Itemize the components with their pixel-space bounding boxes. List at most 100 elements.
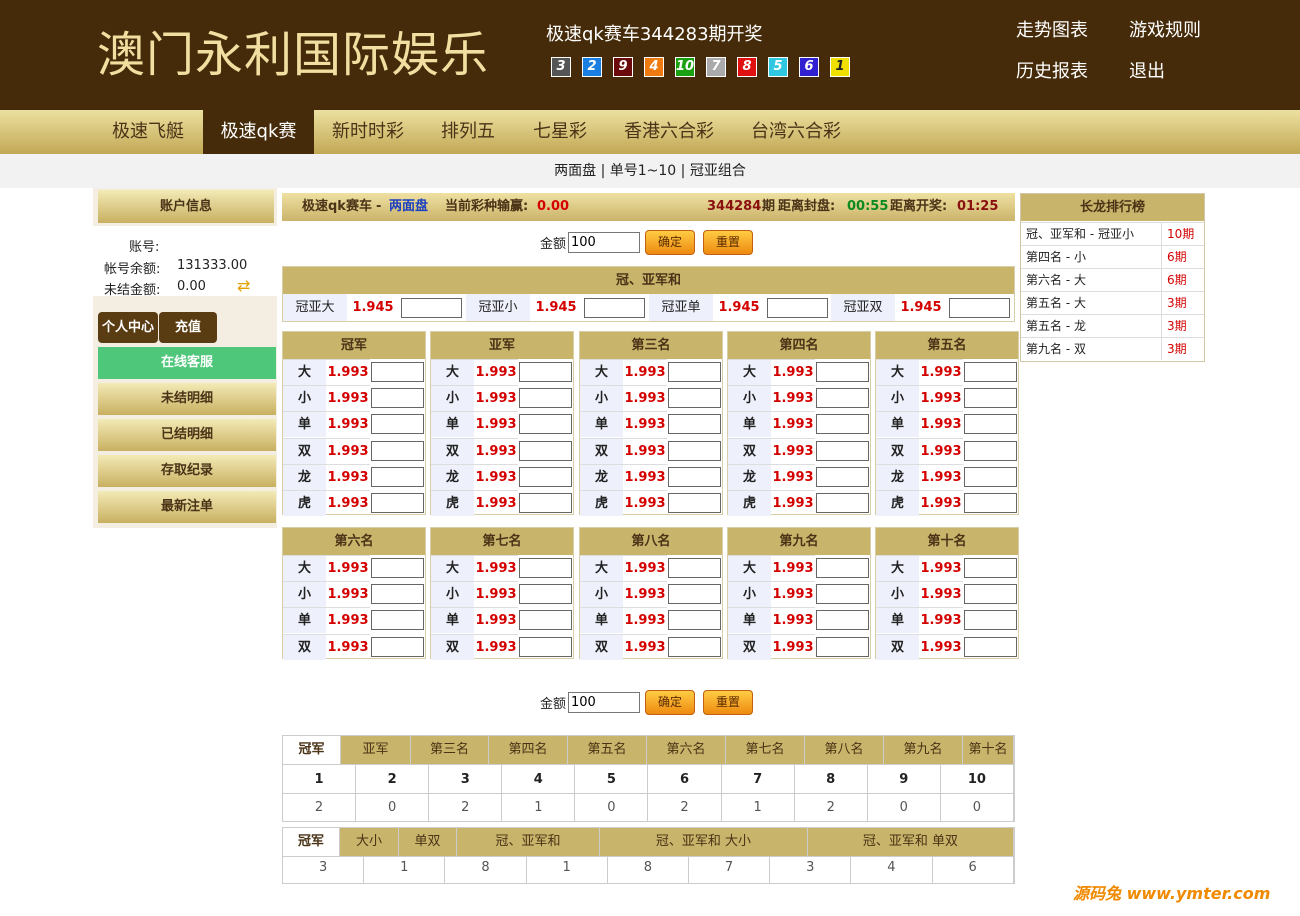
nav-item-7star[interactable]: 七星彩: [518, 110, 602, 154]
bet-amount-input[interactable]: [668, 414, 721, 434]
subnav-combination[interactable]: 冠亚组合: [690, 163, 746, 179]
confirm-button[interactable]: 确定: [645, 229, 696, 255]
bet-amount-input[interactable]: [964, 362, 1017, 382]
bet-amount-input[interactable]: [964, 493, 1017, 513]
bet-amount-input[interactable]: [668, 558, 721, 578]
bet-amount-input[interactable]: [816, 610, 869, 630]
stats-value: 8: [445, 857, 527, 883]
bet-amount-input[interactable]: [371, 441, 424, 461]
stats-tab[interactable]: 第九名: [884, 736, 963, 764]
bet-amount-input[interactable]: [371, 584, 424, 604]
sum-bet-amount-input[interactable]: [401, 298, 462, 318]
bet-amount-input[interactable]: [519, 493, 572, 513]
stats-tab[interactable]: 第六名: [647, 736, 726, 764]
bet-amount-input[interactable]: [964, 467, 1017, 487]
stats-tab[interactable]: 第四名: [489, 736, 568, 764]
bet-amount-input[interactable]: [668, 467, 721, 487]
unsettled-details-button[interactable]: 未结明细: [98, 383, 276, 415]
bet-amount-input[interactable]: [371, 637, 424, 657]
history-report-link[interactable]: 历史报表: [1016, 57, 1088, 83]
logout-link[interactable]: 退出: [1129, 57, 1165, 83]
bet-amount-input[interactable]: [668, 493, 721, 513]
bet-amount-input[interactable]: [964, 558, 1017, 578]
reset-button[interactable]: 重置: [703, 229, 754, 255]
bet-amount-input[interactable]: [519, 362, 572, 382]
sum-bet-amount-input[interactable]: [949, 298, 1010, 318]
online-service-button[interactable]: 在线客服: [98, 347, 276, 379]
nav-item-qk-race[interactable]: 极速qk赛: [203, 110, 314, 154]
confirm-button[interactable]: 确定: [645, 689, 696, 715]
bet-amount-input[interactable]: [964, 610, 1017, 630]
stats-tab[interactable]: 大小: [340, 828, 399, 856]
stats-tab[interactable]: 第十名: [963, 736, 1014, 764]
bet-amount-input[interactable]: [816, 441, 869, 461]
bet-amount-input[interactable]: [668, 637, 721, 657]
personal-center-tab[interactable]: 个人中心: [98, 312, 158, 343]
bet-amount-input[interactable]: [816, 467, 869, 487]
stats-tab[interactable]: 第五名: [568, 736, 647, 764]
bet-amount-input[interactable]: [519, 441, 572, 461]
bet-amount-input[interactable]: [816, 388, 869, 408]
bet-amount-input[interactable]: [519, 388, 572, 408]
reset-button[interactable]: 重置: [703, 689, 754, 715]
sum-bet-amount-input[interactable]: [767, 298, 828, 318]
bet-amount-input[interactable]: [371, 493, 424, 513]
sum-bet-amount-input[interactable]: [584, 298, 645, 318]
bet-amount-input[interactable]: [964, 584, 1017, 604]
stats-tab[interactable]: 冠、亚军和 大小: [600, 828, 808, 856]
bet-amount-input[interactable]: [371, 610, 424, 630]
bet-amount-input[interactable]: [816, 558, 869, 578]
bet-amount-input[interactable]: [519, 584, 572, 604]
bet-amount-input[interactable]: [964, 637, 1017, 657]
stats-tab[interactable]: 冠军: [283, 828, 340, 856]
bet-amount-input[interactable]: [964, 414, 1017, 434]
amount-input[interactable]: [568, 231, 641, 253]
nav-item-speed-boat[interactable]: 极速飞艇: [96, 110, 200, 154]
bet-amount-input[interactable]: [816, 584, 869, 604]
bet-amount-input[interactable]: [371, 558, 424, 578]
recharge-tab[interactable]: 充值: [159, 312, 217, 343]
nav-item-hk-mark6[interactable]: 香港六合彩: [610, 110, 728, 154]
deposit-withdraw-record-button[interactable]: 存取纪录: [98, 455, 276, 487]
subnav-two-sided[interactable]: 两面盘: [554, 163, 596, 179]
stats-tab[interactable]: 第七名: [726, 736, 805, 764]
game-rules-link[interactable]: 游戏规则: [1129, 16, 1201, 42]
subnav-single-number[interactable]: 单号1~10: [610, 163, 676, 179]
nav-item-tw-mark6[interactable]: 台湾六合彩: [737, 110, 855, 154]
latest-bets-button[interactable]: 最新注单: [98, 491, 276, 523]
bet-amount-input[interactable]: [816, 362, 869, 382]
bet-amount-input[interactable]: [371, 467, 424, 487]
bet-amount-input[interactable]: [371, 362, 424, 382]
long-dragon-name: 第五名 - 龙: [1026, 319, 1086, 333]
refresh-icon[interactable]: ⇄: [237, 276, 250, 295]
bet-amount-input[interactable]: [519, 414, 572, 434]
stats-tab[interactable]: 冠、亚军和 单双: [808, 828, 1014, 856]
bet-amount-input[interactable]: [371, 414, 424, 434]
bet-amount-input[interactable]: [668, 388, 721, 408]
bet-amount-input[interactable]: [668, 584, 721, 604]
bet-amount-input[interactable]: [816, 637, 869, 657]
bet-amount-input[interactable]: [371, 388, 424, 408]
stats-tab[interactable]: 冠、亚军和: [457, 828, 600, 856]
nav-item-pl5[interactable]: 排列五: [423, 110, 513, 154]
stats-tab[interactable]: 第八名: [805, 736, 884, 764]
bet-amount-input[interactable]: [668, 610, 721, 630]
bet-amount-input[interactable]: [519, 467, 572, 487]
bet-amount-input[interactable]: [816, 493, 869, 513]
bet-amount-input[interactable]: [668, 362, 721, 382]
bet-amount-input[interactable]: [519, 610, 572, 630]
stats-tab[interactable]: 单双: [399, 828, 457, 856]
bet-amount-input[interactable]: [668, 441, 721, 461]
trend-chart-link[interactable]: 走势图表: [1016, 16, 1088, 42]
bet-amount-input[interactable]: [519, 558, 572, 578]
settled-details-button[interactable]: 已结明细: [98, 419, 276, 451]
stats-tab[interactable]: 冠军: [283, 736, 341, 764]
bet-amount-input[interactable]: [519, 637, 572, 657]
bet-amount-input[interactable]: [964, 441, 1017, 461]
amount-input[interactable]: [568, 691, 641, 713]
stats-tab[interactable]: 第三名: [411, 736, 489, 764]
bet-amount-input[interactable]: [964, 388, 1017, 408]
stats-tab[interactable]: 亚军: [341, 736, 411, 764]
bet-amount-input[interactable]: [816, 414, 869, 434]
nav-item-ssc[interactable]: 新时时彩: [318, 110, 418, 154]
